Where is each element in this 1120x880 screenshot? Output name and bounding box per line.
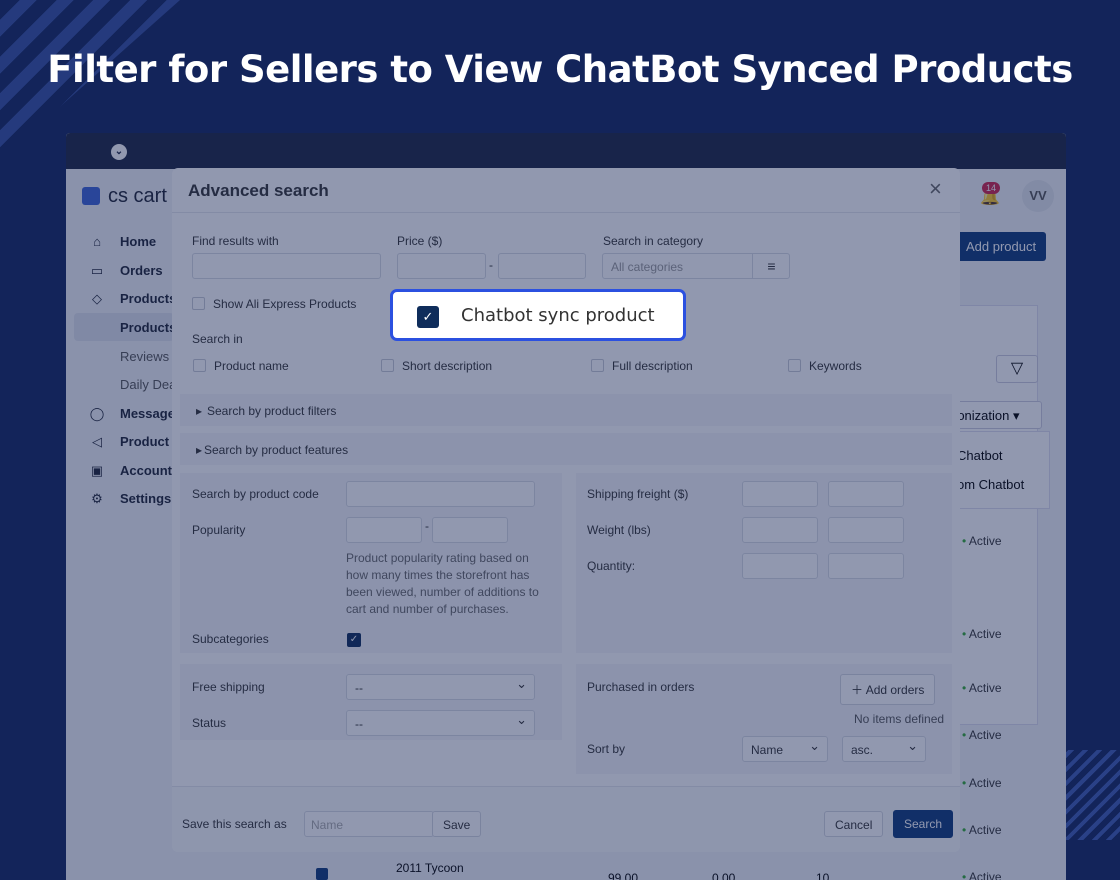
headline: Filter for Sellers to View ChatBot Synce… (47, 48, 1073, 91)
dim-overlay (66, 133, 1066, 880)
check-icon: ✓ (417, 306, 439, 328)
decor-stripes (1060, 750, 1120, 840)
chatbot-sync-label: Chatbot sync product (461, 305, 655, 326)
app-window: ⌄ cs cart 🔔 14 VV Add product ▽ ronizati… (66, 133, 1066, 880)
chatbot-sync-checkbox[interactable]: ✓ Chatbot sync product (390, 289, 686, 341)
